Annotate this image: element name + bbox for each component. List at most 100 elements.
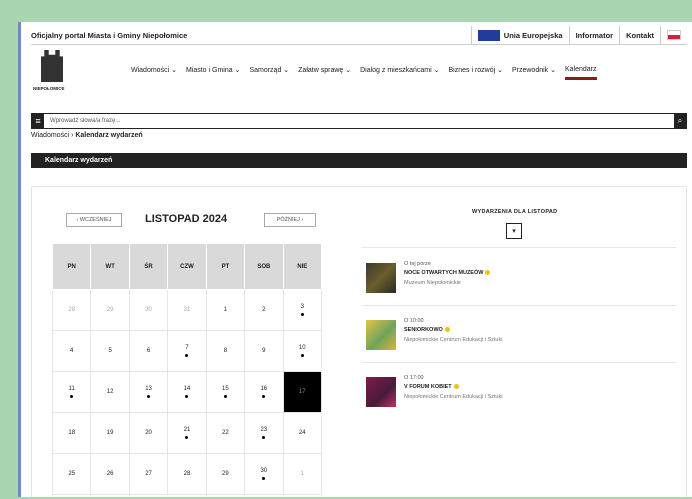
- events-toggle-button[interactable]: ▾: [506, 223, 522, 239]
- events-heading: WYDARZENIA DLA LISTOPAD: [472, 209, 558, 215]
- calendar-day[interactable]: 30: [128, 289, 169, 331]
- event-dot-icon: [147, 395, 151, 398]
- calendar-day[interactable]: 29: [205, 453, 246, 495]
- breadcrumb-current: Kalendarz wydarzeń: [75, 132, 143, 139]
- search-bar: ≡ Wprowadź słowa/a frazę... ⌕: [31, 113, 687, 129]
- event-location: Niepołomickie Centrum Edukacji i Sztuki: [404, 337, 503, 343]
- calendar-week-row: 11 12 13 14 15 16 17: [51, 371, 323, 413]
- calendar-day[interactable]: 4: [51, 330, 92, 372]
- tower-icon: [41, 50, 63, 82]
- event-location: Muzeum Niepołomickie: [404, 280, 461, 286]
- weekday-header: PT: [205, 243, 246, 290]
- event-dot-icon: [185, 436, 189, 439]
- event-time: O tej porze: [404, 261, 431, 267]
- event-item[interactable]: O 10:00 SENIORKOWO Niepołomickie Centrum…: [366, 314, 656, 354]
- event-time: O 17:00: [404, 375, 424, 381]
- calendar-day[interactable]: 31: [167, 289, 207, 331]
- calendar-day[interactable]: 24: [282, 412, 323, 454]
- site-header: NIEPOŁOMICE Wiadomości ⌄ Miasto i Gmina …: [31, 48, 687, 104]
- logo-text: NIEPOŁOMICE: [33, 86, 65, 91]
- nav-kalendarz[interactable]: Kalendarz: [564, 66, 597, 80]
- calendar-card: ‹ WCZEŚNIEJ LISTOPAD 2024 PÓŹNIEJ › PN W…: [31, 186, 687, 497]
- calendar-day[interactable]: 7: [167, 330, 207, 372]
- calendar-day[interactable]: 8: [205, 330, 246, 372]
- month-title: LISTOPAD 2024: [145, 213, 228, 225]
- event-badge-icon: [444, 327, 450, 333]
- language-switch[interactable]: [660, 26, 687, 44]
- event-dot-icon: [262, 477, 266, 480]
- event-title[interactable]: SENIORKOWO: [404, 327, 450, 333]
- weekday-header: SOB: [244, 243, 284, 290]
- weekday-header: WT: [90, 243, 130, 290]
- calendar-day[interactable]: 30: [244, 453, 284, 495]
- calendar-day[interactable]: 19: [90, 412, 130, 454]
- calendar-day[interactable]: 25: [51, 453, 92, 495]
- event-badge-icon: [485, 270, 491, 276]
- calendar-day[interactable]: 14: [167, 371, 207, 413]
- calendar-day[interactable]: 9: [244, 330, 284, 372]
- weekday-header: PN: [51, 243, 92, 290]
- search-icon[interactable]: ⌕: [674, 114, 686, 128]
- main-nav: Wiadomości ⌄ Miasto i Gmina ⌄ Samorząd ⌄…: [131, 66, 597, 80]
- calendar-day[interactable]: 5: [90, 330, 130, 372]
- calendar-day[interactable]: 26: [90, 453, 130, 495]
- eu-link[interactable]: Unia Europejska: [470, 26, 569, 44]
- calendar-day[interactable]: 10: [282, 330, 323, 372]
- weekday-header: CZW: [167, 243, 207, 290]
- search-input[interactable]: Wprowadź słowa/a frazę...: [44, 118, 674, 124]
- nav-dialog[interactable]: Dialog z mieszkańcami ⌄: [360, 66, 439, 80]
- nav-zalatw-sprawe[interactable]: Załatw sprawę ⌄: [298, 66, 351, 80]
- nav-biznes[interactable]: Biznes i rozwój ⌄: [448, 66, 503, 80]
- weekday-header: ŚR: [128, 243, 169, 290]
- calendar-day[interactable]: 16: [244, 371, 284, 413]
- calendar-day[interactable]: 18: [51, 412, 92, 454]
- calendar-day[interactable]: 1: [282, 453, 323, 495]
- calendar-day[interactable]: 2: [244, 289, 284, 331]
- next-month-button[interactable]: PÓŹNIEJ ›: [264, 213, 316, 227]
- calendar-day[interactable]: 28: [51, 289, 92, 331]
- prev-month-button[interactable]: ‹ WCZEŚNIEJ: [66, 213, 122, 227]
- event-item[interactable]: O 17:00 V FORUM KOBIET Niepołomickie Cen…: [366, 371, 656, 411]
- calendar-day[interactable]: 29: [90, 289, 130, 331]
- event-title-text: SENIORKOWO: [404, 327, 443, 333]
- event-time: O 10:00: [404, 318, 424, 324]
- calendar-day[interactable]: 22: [205, 412, 246, 454]
- calendar-day[interactable]: 27: [128, 453, 169, 495]
- event-dot-icon: [300, 354, 304, 357]
- divider: [362, 362, 676, 363]
- event-thumbnail: [366, 320, 396, 350]
- event-title-text: NOCE OTWARTYCH MUZEÓW: [404, 270, 484, 276]
- event-item[interactable]: O tej porze NOCE OTWARTYCH MUZEÓW Muzeum…: [366, 257, 656, 297]
- nav-wiadomosci[interactable]: Wiadomości ⌄: [131, 66, 177, 80]
- calendar-day[interactable]: 13: [128, 371, 169, 413]
- calendar-day[interactable]: 3: [282, 289, 323, 331]
- nav-przewodnik[interactable]: Przewodnik ⌄: [512, 66, 556, 80]
- calendar-day[interactable]: 17: [282, 371, 323, 413]
- city-logo[interactable]: NIEPOŁOMICE: [33, 50, 73, 94]
- kontakt-link[interactable]: Kontakt: [619, 26, 660, 44]
- event-title[interactable]: NOCE OTWARTYCH MUZEÓW: [404, 270, 491, 276]
- calendar-day[interactable]: 23: [244, 412, 284, 454]
- calendar-day[interactable]: 21: [167, 412, 207, 454]
- nav-miasto-i-gmina[interactable]: Miasto i Gmina ⌄: [186, 66, 241, 80]
- top-bar: Oficjalny portal Miasta i Gminy Niepołom…: [31, 26, 687, 45]
- portal-title[interactable]: Oficjalny portal Miasta i Gminy Niepołom…: [31, 31, 471, 40]
- calendar-day[interactable]: 20: [128, 412, 169, 454]
- informator-link[interactable]: Informator: [568, 26, 620, 44]
- calendar-day[interactable]: 12: [90, 371, 130, 413]
- weekday-header: NIE: [282, 243, 323, 290]
- calendar-day[interactable]: 11: [51, 371, 92, 413]
- calendar-day[interactable]: 6: [128, 330, 169, 372]
- calendar-day[interactable]: 28: [167, 453, 207, 495]
- calendar-grid: PN WT ŚR CZW PT SOB NIE 28 29 30 31 1 2 3 4 5 6 7 8…: [51, 243, 323, 495]
- event-thumbnail: [366, 263, 396, 293]
- menu-icon[interactable]: ≡: [32, 114, 44, 128]
- weekday-header-row: PN WT ŚR CZW PT SOB NIE: [51, 243, 323, 290]
- calendar-day[interactable]: 1: [205, 289, 246, 331]
- calendar-day[interactable]: 15: [205, 371, 246, 413]
- event-title[interactable]: V FORUM KOBIET: [404, 384, 459, 390]
- breadcrumb-parent[interactable]: Wiadomości: [31, 132, 69, 139]
- event-dot-icon: [223, 395, 227, 398]
- divider: [362, 305, 676, 306]
- nav-samorzad[interactable]: Samorząd ⌄: [249, 66, 289, 80]
